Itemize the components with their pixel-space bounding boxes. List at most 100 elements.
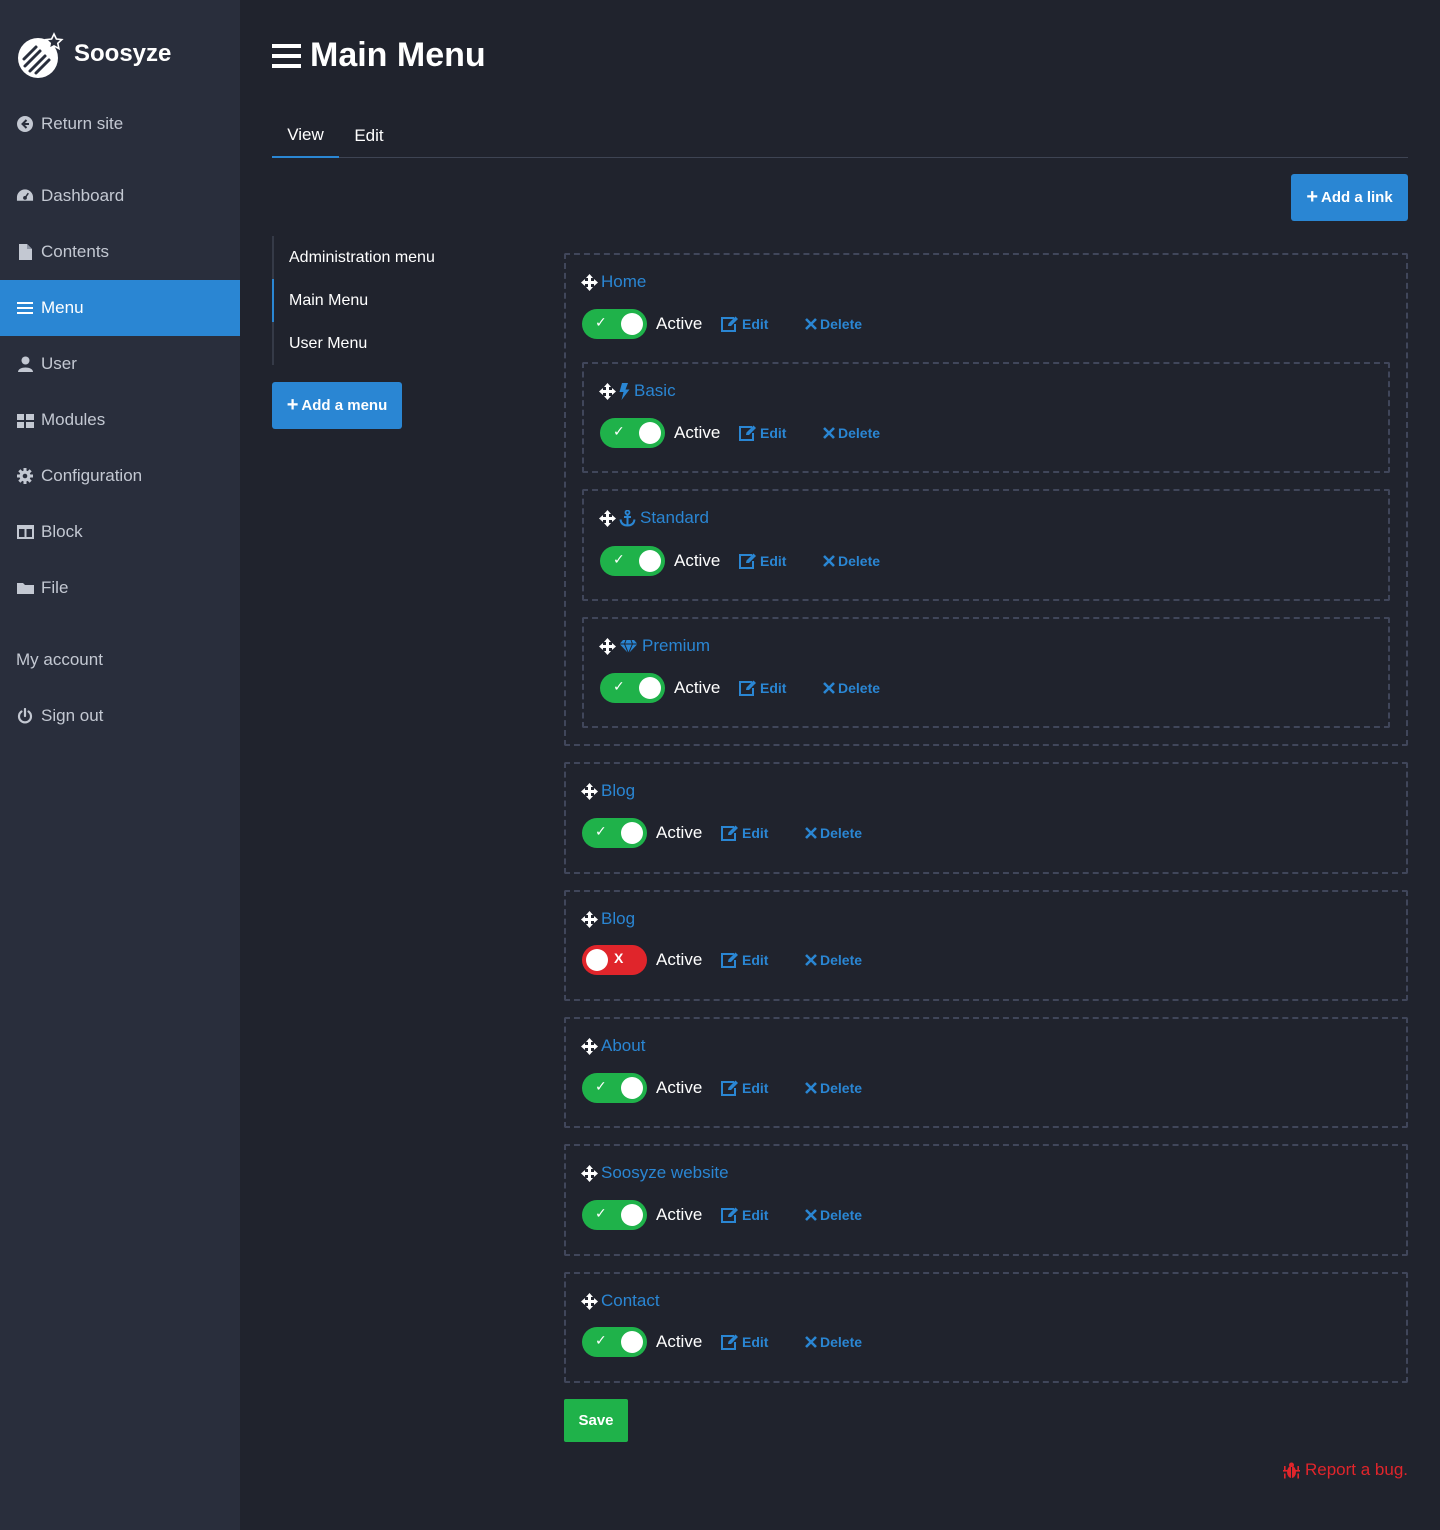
delete-link[interactable]: Delete: [805, 1334, 862, 1350]
sidebar-item-label: My account: [16, 650, 103, 669]
menu-link-title[interactable]: Contact: [581, 1291, 660, 1311]
tab-edit[interactable]: Edit: [339, 114, 399, 158]
brand[interactable]: Soosyze: [16, 32, 171, 80]
sidebar-item-block[interactable]: Block: [0, 504, 240, 560]
move-icon[interactable]: [599, 637, 616, 655]
menu-link-title[interactable]: Blog: [581, 781, 635, 801]
edit-link[interactable]: Edit: [721, 952, 805, 968]
edit-link[interactable]: Edit: [721, 316, 805, 332]
menu-link-actions: ✓ Active Edit Delete: [582, 1326, 862, 1358]
menu-list: Administration menu Main Menu User Menu: [272, 236, 532, 365]
menu-link-title[interactable]: Soosyze website: [581, 1163, 729, 1183]
sidebar-item-file[interactable]: File: [0, 560, 240, 616]
file-icon: [16, 243, 34, 261]
active-toggle[interactable]: ✓: [582, 1327, 647, 1357]
sidebar-item-contents[interactable]: Contents: [0, 224, 240, 280]
menu-link-title[interactable]: Blog: [581, 909, 635, 929]
active-toggle[interactable]: ✓: [582, 309, 647, 339]
edit-icon: [739, 680, 756, 696]
menu-link-actions: ✓ Active Edit Delete: [582, 308, 862, 340]
delete-link[interactable]: Delete: [805, 1207, 862, 1223]
add-menu-label: Add a menu: [301, 397, 388, 414]
menu-link-actions: ✓ Active Edit Delete: [600, 672, 880, 704]
close-icon: [805, 1209, 817, 1221]
save-button[interactable]: Save: [564, 1399, 628, 1442]
sidebar-item-user[interactable]: User: [0, 336, 240, 392]
move-icon[interactable]: [599, 382, 616, 400]
delete-link[interactable]: Delete: [805, 1080, 862, 1096]
power-icon: [16, 707, 34, 725]
sidebar-item-modules[interactable]: Modules: [0, 392, 240, 448]
sidebar-item-my-account[interactable]: My account: [0, 632, 240, 688]
edit-link[interactable]: Edit: [721, 1334, 805, 1350]
active-toggle[interactable]: ✓: [582, 818, 647, 848]
edit-icon: [739, 553, 756, 569]
move-icon[interactable]: [581, 782, 598, 800]
add-link-button[interactable]: + Add a link: [1291, 174, 1408, 221]
arrow-circle-left-icon: [16, 115, 34, 133]
return-site-link[interactable]: Return site: [0, 96, 240, 152]
bolt-icon: [619, 382, 630, 400]
delete-link[interactable]: Delete: [805, 825, 862, 841]
delete-link[interactable]: Delete: [805, 316, 862, 332]
delete-link[interactable]: Delete: [823, 680, 880, 696]
dashboard-icon: [16, 187, 34, 205]
edit-link[interactable]: Edit: [739, 425, 823, 441]
sidebar-item-dashboard[interactable]: Dashboard: [0, 168, 240, 224]
edit-link[interactable]: Edit: [721, 825, 805, 841]
menu-list-item-user[interactable]: User Menu: [274, 322, 532, 365]
menu-list-item-administration[interactable]: Administration menu: [274, 236, 532, 279]
delete-link[interactable]: Delete: [823, 553, 880, 569]
menu-link-title[interactable]: Standard: [599, 508, 709, 528]
active-toggle[interactable]: ✓: [600, 418, 665, 448]
active-label: Active: [656, 950, 703, 969]
sidebar-item-label: Block: [41, 522, 83, 541]
move-icon[interactable]: [599, 509, 616, 527]
sidebar-item-label: Configuration: [41, 466, 143, 485]
page-title-text: Main Menu: [310, 36, 486, 74]
move-icon[interactable]: [581, 1037, 598, 1055]
move-icon[interactable]: [581, 910, 598, 928]
report-bug-link[interactable]: Report a bug.: [1282, 1460, 1408, 1480]
menu-link-title[interactable]: Home: [581, 272, 646, 292]
menu-link-title[interactable]: About: [581, 1036, 645, 1056]
sidebar-item-label: Menu: [41, 298, 84, 317]
columns-icon: [16, 523, 34, 541]
sidebar-item-sign-out[interactable]: Sign out: [0, 688, 240, 744]
active-label: Active: [656, 823, 703, 842]
sidebar-item-label: User: [41, 354, 77, 373]
menu-link-actions: ✓ Active Edit Delete: [600, 545, 880, 577]
active-toggle[interactable]: ✓: [600, 673, 665, 703]
move-icon[interactable]: [581, 1164, 598, 1182]
delete-link[interactable]: Delete: [823, 425, 880, 441]
edit-link[interactable]: Edit: [739, 680, 823, 696]
edit-link[interactable]: Edit: [739, 553, 823, 569]
menu-link-actions: ✓ Active Edit Delete: [582, 817, 862, 849]
sidebar-item-label: Contents: [41, 242, 110, 261]
plus-icon: +: [1306, 185, 1318, 208]
active-label: Active: [656, 1205, 703, 1224]
brand-name: Soosyze: [74, 40, 172, 67]
bug-icon: [1282, 1462, 1300, 1478]
sidebar-item-menu[interactable]: Menu: [0, 280, 240, 336]
edit-link[interactable]: Edit: [721, 1207, 805, 1223]
close-icon: [805, 827, 817, 839]
gem-icon: [619, 639, 638, 654]
active-toggle[interactable]: ✓: [582, 1200, 647, 1230]
active-label: Active: [656, 1078, 703, 1097]
tab-view[interactable]: View: [272, 114, 339, 158]
move-icon[interactable]: [581, 273, 598, 291]
move-icon[interactable]: [581, 1292, 598, 1310]
sidebar-item-label: Dashboard: [41, 186, 125, 205]
sidebar-item-label: Sign out: [41, 706, 104, 725]
delete-link[interactable]: Delete: [805, 952, 862, 968]
menu-link-title[interactable]: Basic: [599, 381, 676, 401]
active-toggle[interactable]: ✓: [600, 546, 665, 576]
edit-link[interactable]: Edit: [721, 1080, 805, 1096]
menu-link-title[interactable]: Premium: [599, 636, 710, 656]
sidebar-item-configuration[interactable]: Configuration: [0, 448, 240, 504]
active-toggle[interactable]: X: [582, 945, 647, 975]
add-menu-button[interactable]: + Add a menu: [272, 382, 402, 429]
menu-list-item-main[interactable]: Main Menu: [272, 279, 532, 322]
active-toggle[interactable]: ✓: [582, 1073, 647, 1103]
